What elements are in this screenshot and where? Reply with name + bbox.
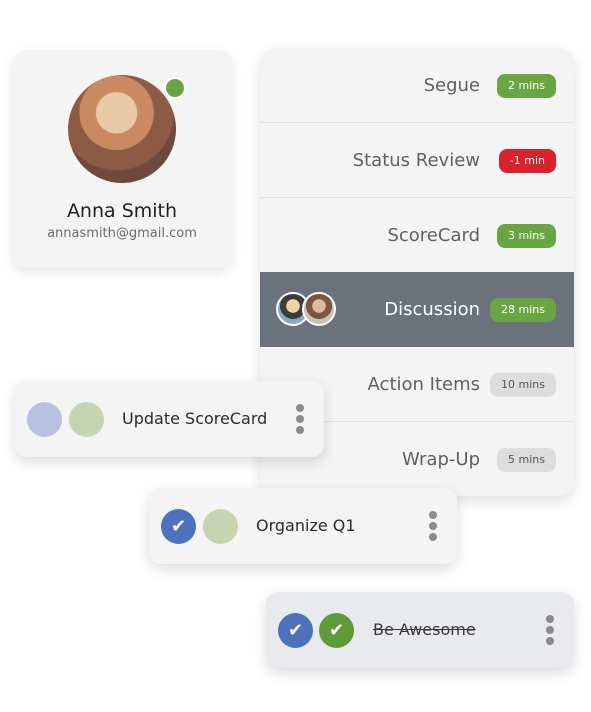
duration-badge: -1 min (498, 149, 556, 173)
task-card-update-scorecard[interactable]: Update ScoreCard (15, 381, 324, 457)
task-title: Organize Q1 (256, 516, 356, 535)
status-circle[interactable] (69, 402, 104, 437)
avatar-wrap (68, 75, 186, 183)
agenda-item-status-review[interactable]: Status Review -1 min (260, 123, 574, 198)
agenda-item-label: Discussion (384, 299, 480, 320)
task-card-be-awesome[interactable]: ✔ ✔ Be Awesome (266, 592, 574, 668)
agenda-item-discussion[interactable]: Discussion 28 mins (260, 272, 574, 347)
agenda-item-label: Action Items (367, 374, 480, 395)
check-icon[interactable]: ✔ (161, 509, 196, 544)
agenda-item-scorecard[interactable]: ScoreCard 3 mins (260, 198, 574, 273)
duration-badge: 3 mins (497, 224, 556, 248)
agenda-item-label: Status Review (352, 150, 480, 171)
participant-avatar (302, 292, 336, 326)
agenda-item-label: ScoreCard (387, 225, 480, 246)
agenda-item-segue[interactable]: Segue 2 mins (260, 48, 574, 123)
status-circle[interactable] (203, 509, 238, 544)
profile-card[interactable]: Anna Smith annasmith@gmail.com (12, 50, 232, 268)
task-card-organize-q1[interactable]: ✔ Organize Q1 (149, 488, 457, 564)
online-status-icon (164, 77, 186, 99)
profile-email: annasmith@gmail.com (47, 226, 197, 241)
avatar[interactable] (68, 75, 176, 183)
assignee-circle[interactable] (27, 402, 62, 437)
task-title: Update ScoreCard (122, 409, 268, 428)
check-icon[interactable]: ✔ (319, 613, 354, 648)
check-icon[interactable]: ✔ (278, 613, 313, 648)
task-title: Be Awesome (373, 620, 476, 639)
more-vertical-icon[interactable] (294, 404, 306, 434)
profile-name: Anna Smith (66, 200, 178, 222)
duration-badge: 5 mins (497, 448, 556, 472)
more-vertical-icon[interactable] (427, 511, 439, 541)
agenda-item-label: Wrap-Up (402, 449, 480, 470)
agenda-item-label: Segue (423, 75, 480, 96)
duration-badge: 10 mins (490, 373, 556, 397)
duration-badge: 28 mins (490, 298, 556, 322)
duration-badge: 2 mins (497, 74, 556, 98)
participant-avatars (276, 292, 336, 328)
more-vertical-icon[interactable] (544, 615, 556, 645)
